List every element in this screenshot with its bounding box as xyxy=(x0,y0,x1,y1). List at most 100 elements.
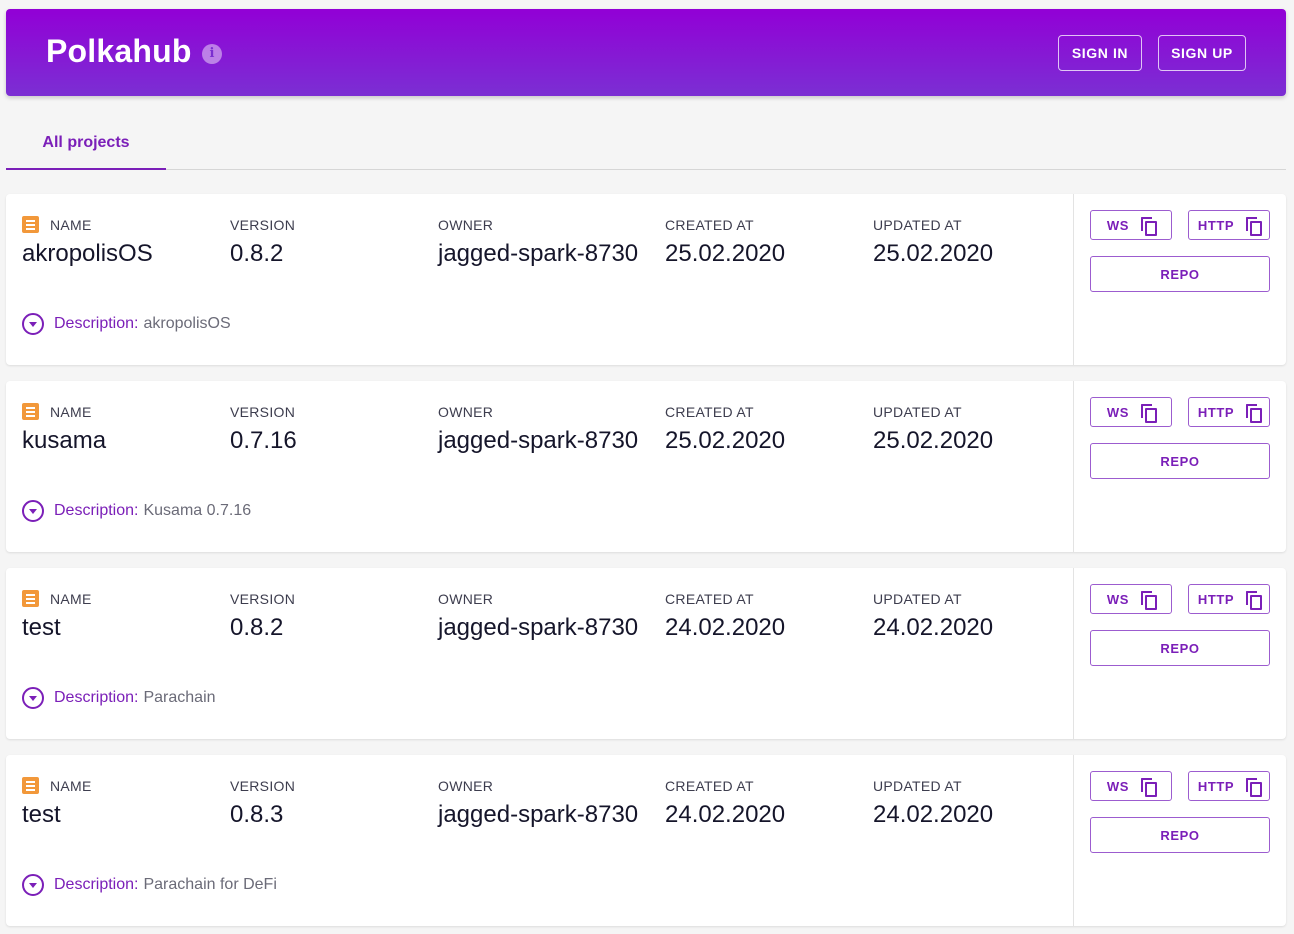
project-owner: jagged-spark-8730 xyxy=(438,427,639,454)
description-toggle[interactable]: Description: Parachain for DeFi xyxy=(22,874,277,896)
ws-copy-button[interactable]: WS xyxy=(1090,397,1172,427)
project-name: test xyxy=(22,801,61,828)
project-card: NAME test VERSION 0.8.3 OWNER jagged-spa… xyxy=(6,755,1286,926)
updated-at-label: UPDATED AT xyxy=(873,778,962,794)
sign-in-button[interactable]: SIGN IN xyxy=(1058,35,1142,71)
name-label: NAME xyxy=(50,591,92,607)
owner-label: OWNER xyxy=(438,217,494,233)
description-label: Description: xyxy=(54,502,139,519)
copy-icon xyxy=(1141,404,1158,423)
created-at-value: 25.02.2020 xyxy=(665,240,786,267)
updated-at-value: 25.02.2020 xyxy=(873,427,994,454)
card-divider xyxy=(1073,755,1074,926)
updated-at-value: 25.02.2020 xyxy=(873,240,994,267)
expand-circle-icon xyxy=(22,874,44,896)
ws-label: WS xyxy=(1106,778,1130,794)
copy-icon xyxy=(1141,591,1158,610)
name-label: NAME xyxy=(50,404,92,420)
document-icon xyxy=(22,777,39,794)
ws-label: WS xyxy=(1106,404,1130,420)
project-version: 0.8.3 xyxy=(230,801,284,828)
http-copy-button[interactable]: HTTP xyxy=(1188,397,1270,427)
project-version: 0.7.16 xyxy=(230,427,297,454)
updated-at-label: UPDATED AT xyxy=(873,591,962,607)
created-at-label: CREATED AT xyxy=(665,217,754,233)
tab-all-projects[interactable]: All projects xyxy=(6,118,166,170)
copy-icon xyxy=(1246,778,1263,797)
project-owner: jagged-spark-8730 xyxy=(438,240,639,267)
http-copy-button[interactable]: HTTP xyxy=(1188,210,1270,240)
repo-button[interactable]: REPO xyxy=(1090,630,1270,666)
created-at-value: 24.02.2020 xyxy=(665,801,786,828)
repo-button[interactable]: REPO xyxy=(1090,443,1270,479)
app-bar: Polkahub i SIGN IN SIGN UP xyxy=(6,9,1286,96)
version-label: VERSION xyxy=(230,591,296,607)
description-toggle[interactable]: Description: akropolisOS xyxy=(22,313,231,335)
name-label: NAME xyxy=(50,778,92,794)
version-label: VERSION xyxy=(230,217,296,233)
project-name: kusama xyxy=(22,427,107,454)
project-version: 0.8.2 xyxy=(230,240,284,267)
repo-button[interactable]: REPO xyxy=(1090,256,1270,292)
expand-circle-icon xyxy=(22,687,44,709)
created-at-value: 25.02.2020 xyxy=(665,427,786,454)
description-value: Parachain xyxy=(143,689,216,706)
tab-bar: All projects xyxy=(6,118,1286,170)
expand-circle-icon xyxy=(22,500,44,522)
description-label: Description: xyxy=(54,689,139,706)
created-at-label: CREATED AT xyxy=(665,778,754,794)
owner-label: OWNER xyxy=(438,591,494,607)
updated-at-value: 24.02.2020 xyxy=(873,801,994,828)
document-icon xyxy=(22,590,39,607)
expand-circle-icon xyxy=(22,313,44,335)
description-value: Parachain for DeFi xyxy=(143,876,277,893)
http-label: HTTP xyxy=(1197,404,1235,420)
description-toggle[interactable]: Description: Kusama 0.7.16 xyxy=(22,500,251,522)
http-copy-button[interactable]: HTTP xyxy=(1188,584,1270,614)
description-value: akropolisOS xyxy=(143,315,231,332)
project-card: NAME kusama VERSION 0.7.16 OWNER jagged-… xyxy=(6,381,1286,552)
updated-at-value: 24.02.2020 xyxy=(873,614,994,641)
owner-label: OWNER xyxy=(438,404,494,420)
created-at-label: CREATED AT xyxy=(665,591,754,607)
project-version: 0.8.2 xyxy=(230,614,284,641)
http-copy-button[interactable]: HTTP xyxy=(1188,771,1270,801)
copy-icon xyxy=(1246,591,1263,610)
project-card: NAME test VERSION 0.8.2 OWNER jagged-spa… xyxy=(6,568,1286,739)
copy-icon xyxy=(1141,217,1158,236)
info-icon[interactable]: i xyxy=(202,44,222,64)
card-divider xyxy=(1073,568,1074,739)
copy-icon xyxy=(1141,778,1158,797)
sign-up-button[interactable]: SIGN UP xyxy=(1158,35,1246,71)
repo-button[interactable]: REPO xyxy=(1090,817,1270,853)
http-label: HTTP xyxy=(1197,591,1235,607)
owner-label: OWNER xyxy=(438,778,494,794)
name-label: NAME xyxy=(50,217,92,233)
card-divider xyxy=(1073,381,1074,552)
http-label: HTTP xyxy=(1197,778,1235,794)
ws-label: WS xyxy=(1106,217,1130,233)
ws-copy-button[interactable]: WS xyxy=(1090,771,1172,801)
description-toggle[interactable]: Description: Parachain xyxy=(22,687,216,709)
document-icon xyxy=(22,403,39,420)
project-name: test xyxy=(22,614,61,641)
ws-copy-button[interactable]: WS xyxy=(1090,210,1172,240)
project-owner: jagged-spark-8730 xyxy=(438,614,639,641)
description-label: Description: xyxy=(54,876,139,893)
description-value: Kusama 0.7.16 xyxy=(143,502,252,519)
updated-at-label: UPDATED AT xyxy=(873,217,962,233)
project-owner: jagged-spark-8730 xyxy=(438,801,639,828)
project-name: akropolisOS xyxy=(22,240,153,267)
created-at-value: 24.02.2020 xyxy=(665,614,786,641)
document-icon xyxy=(22,216,39,233)
copy-icon xyxy=(1246,404,1263,423)
description-label: Description: xyxy=(54,315,139,332)
updated-at-label: UPDATED AT xyxy=(873,404,962,420)
version-label: VERSION xyxy=(230,404,296,420)
http-label: HTTP xyxy=(1197,217,1235,233)
copy-icon xyxy=(1246,217,1263,236)
ws-label: WS xyxy=(1106,591,1130,607)
card-divider xyxy=(1073,194,1074,365)
project-card: NAME akropolisOS VERSION 0.8.2 OWNER jag… xyxy=(6,194,1286,365)
ws-copy-button[interactable]: WS xyxy=(1090,584,1172,614)
